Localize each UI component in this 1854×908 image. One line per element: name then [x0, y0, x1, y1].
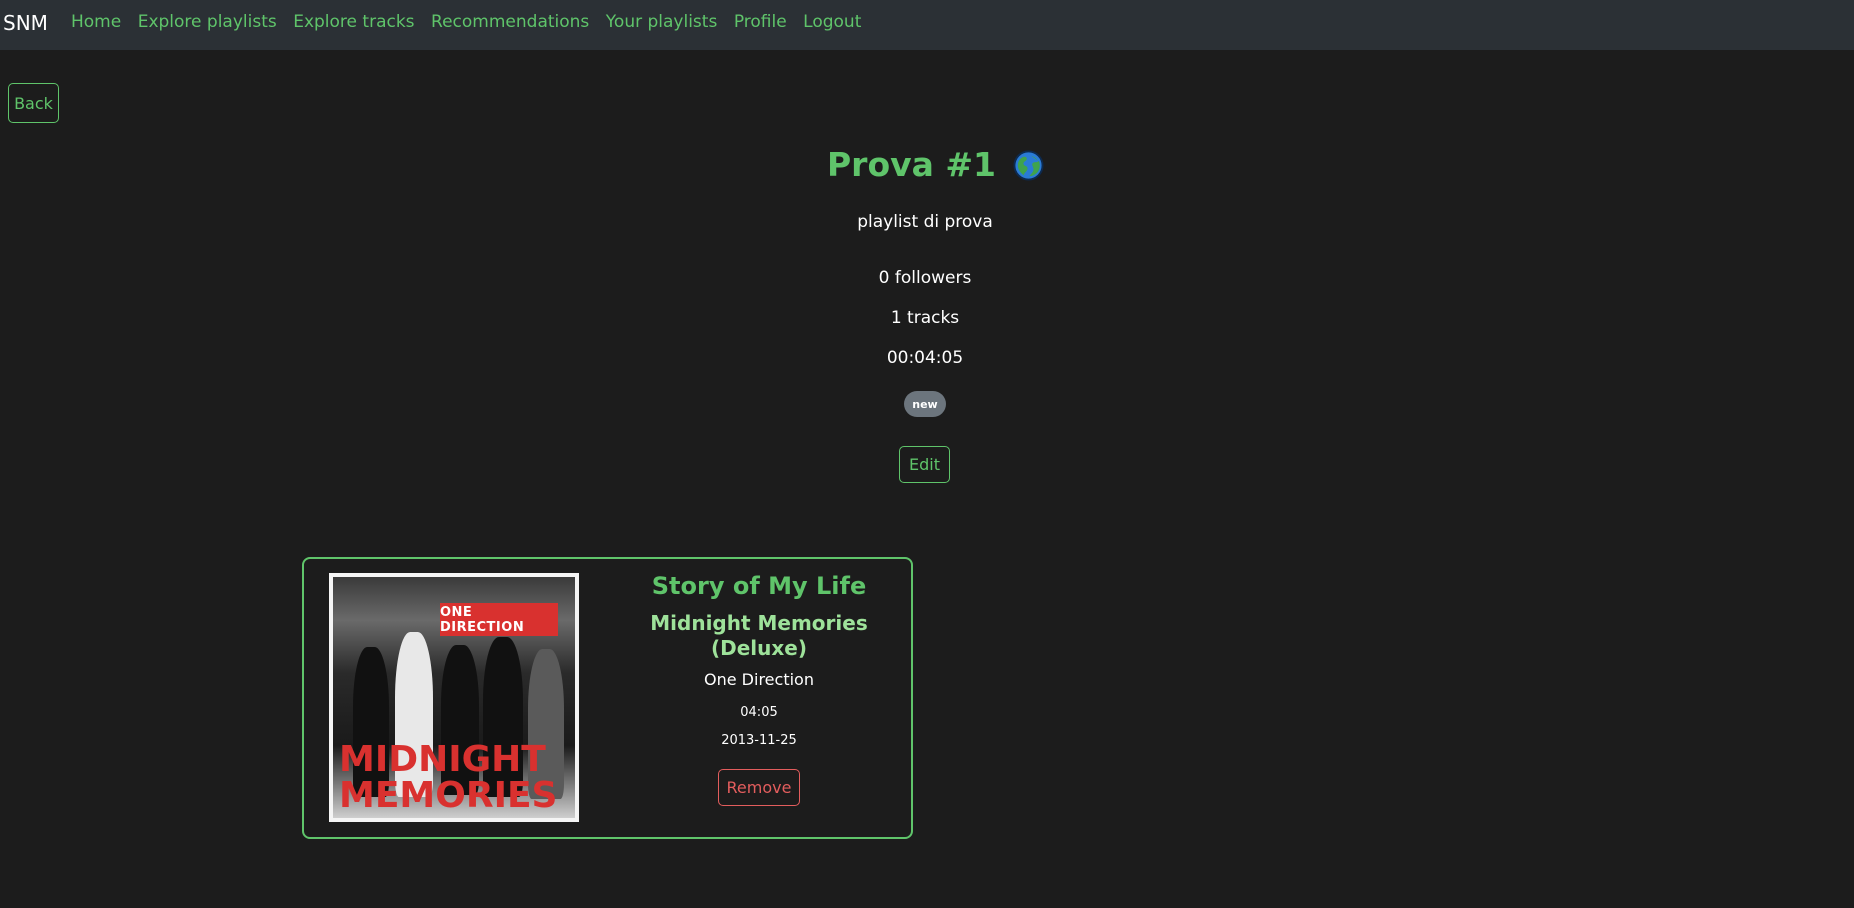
globe-icon: [1013, 149, 1044, 181]
track-artist: One Direction: [704, 670, 814, 689]
playlist-title: Prova #1: [827, 145, 997, 184]
album-cover: ONE DIRECTION MIDNIGHT MEMORIES: [329, 573, 579, 822]
nav-recommendations[interactable]: Recommendations: [431, 12, 589, 32]
playlist-followers: 0 followers: [878, 268, 972, 288]
nav-logout[interactable]: Logout: [803, 12, 861, 32]
track-name: Story of My Life: [651, 572, 867, 600]
nav-profile[interactable]: Profile: [734, 12, 787, 32]
nav-your-playlists[interactable]: Your playlists: [606, 12, 718, 32]
top-navbar: SNM Home Explore playlists Explore track…: [0, 0, 1854, 50]
nav-explore-playlists[interactable]: Explore playlists: [138, 12, 277, 32]
nav-links: Home Explore playlists Explore tracks Re…: [71, 12, 878, 32]
playlist-description: playlist di prova: [857, 212, 993, 232]
track-release-date: 2013-11-25: [721, 733, 797, 748]
back-button[interactable]: Back: [8, 83, 59, 123]
edit-button[interactable]: Edit: [899, 446, 950, 483]
track-duration: 04:05: [740, 705, 778, 720]
tag-badge: new: [904, 391, 946, 417]
cover-band-logo: ONE DIRECTION: [440, 603, 558, 636]
playlist-track-count: 1 tracks: [890, 308, 960, 328]
track-album: Midnight Memories (Deluxe): [650, 611, 868, 660]
brand-logo[interactable]: SNM: [3, 11, 48, 35]
remove-button[interactable]: Remove: [718, 769, 800, 806]
nav-explore-tracks[interactable]: Explore tracks: [293, 12, 414, 32]
cover-album-title: MIDNIGHT MEMORIES: [339, 739, 558, 816]
playlist-header: Prova #1: [827, 145, 1044, 185]
album-cover-art: ONE DIRECTION MIDNIGHT MEMORIES: [333, 577, 575, 818]
nav-home[interactable]: Home: [71, 12, 121, 32]
playlist-duration: 00:04:05: [886, 348, 964, 368]
